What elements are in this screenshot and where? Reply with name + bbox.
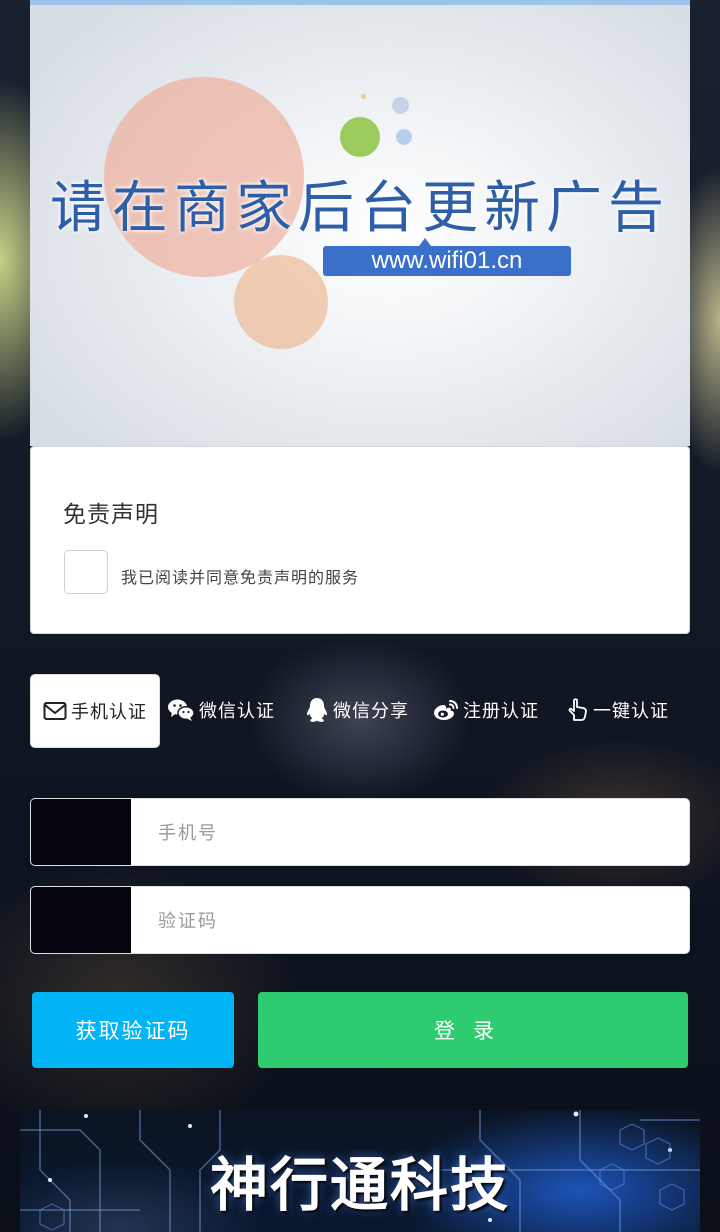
phone-field <box>30 798 690 866</box>
login-button[interactable]: 登录 <box>258 992 688 1068</box>
tab-phone-auth[interactable]: 手机认证 <box>30 674 160 748</box>
tab-label: 微信认证 <box>199 701 275 722</box>
ad-banner[interactable]: 请在商家后台更新广告 www.wifi01.cn <box>30 5 690 446</box>
disclaimer-panel: 免责声明 我已阅读并同意免责声明的服务 <box>30 446 690 634</box>
tab-label: 一键认证 <box>593 701 669 722</box>
agree-label: 我已阅读并同意免责声明的服务 <box>121 568 360 587</box>
qq-icon <box>307 698 327 722</box>
phone-input[interactable] <box>132 799 689 865</box>
tab-wechat-share[interactable]: 微信分享 <box>305 674 409 746</box>
wechat-icon <box>168 699 195 721</box>
ad-banner-url: www.wifi01.cn <box>323 238 571 276</box>
tab-one-click-auth[interactable]: 一键认证 <box>567 674 669 746</box>
footer-brand-title: 神行通科技 <box>209 1151 510 1219</box>
pointer-hand-icon <box>568 698 587 721</box>
envelope-icon <box>43 702 67 720</box>
tab-label: 微信分享 <box>333 701 409 722</box>
code-field-addon <box>31 887 131 953</box>
tab-register-auth[interactable]: 注册认证 <box>433 674 539 746</box>
weibo-icon <box>434 700 458 720</box>
get-code-button[interactable]: 获取验证码 <box>32 992 234 1068</box>
decor-circle <box>361 94 366 99</box>
ad-banner-title: 请在商家后台更新广告 <box>50 176 670 241</box>
disclaimer-title[interactable]: 免责声明 <box>63 495 159 529</box>
phone-field-addon <box>31 799 131 865</box>
footer-banner: 神行通科技 <box>20 1110 700 1232</box>
tab-label: 手机认证 <box>71 702 147 723</box>
decor-circle <box>340 117 380 157</box>
code-field <box>30 886 690 954</box>
decor-circle <box>392 97 409 114</box>
verification-code-input[interactable] <box>132 887 689 953</box>
auth-tabs: 手机认证 微信认证 微信分享 注册认证 一键认证 <box>30 674 690 748</box>
tab-label: 注册认证 <box>463 701 539 722</box>
decor-circle <box>234 255 328 349</box>
agree-checkbox[interactable] <box>64 550 108 594</box>
tab-wechat-auth[interactable]: 微信认证 <box>167 674 275 746</box>
decor-circle <box>396 129 412 145</box>
